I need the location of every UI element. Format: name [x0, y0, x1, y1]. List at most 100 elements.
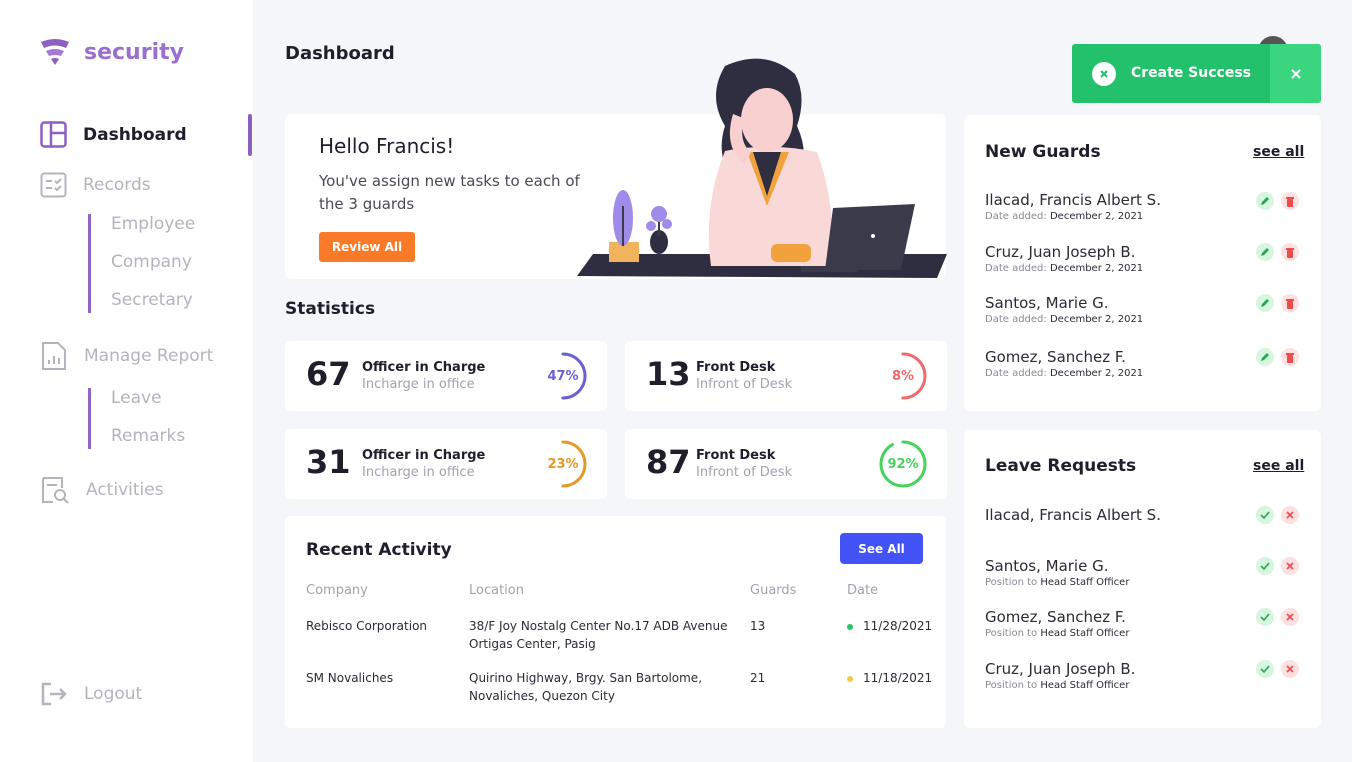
sidebar-subitem-company[interactable]: Company	[111, 252, 192, 272]
greeting: Hello Francis!	[319, 134, 455, 158]
review-all-button[interactable]: Review All	[319, 232, 415, 262]
reject-leave-button[interactable]	[1281, 660, 1299, 678]
stat-percent: 92%	[887, 456, 919, 472]
stat-percent: 23%	[547, 456, 579, 472]
edit-guard-button[interactable]	[1256, 192, 1274, 210]
pencil-icon	[1261, 197, 1269, 205]
records-icon	[40, 172, 67, 198]
sidebar-item-manage-report[interactable]: Manage Report	[40, 341, 213, 371]
new-guards-see-all-link[interactable]: see all	[1253, 144, 1304, 160]
trash-icon	[1286, 196, 1294, 207]
status-dot	[847, 623, 853, 630]
brand-name: security	[84, 39, 184, 65]
check-icon	[1260, 562, 1270, 571]
column-header-company[interactable]: Company	[306, 583, 368, 598]
logout-icon	[41, 682, 67, 706]
recent-activity-title: Recent Activity	[306, 540, 452, 560]
check-icon	[1260, 613, 1270, 622]
delete-guard-button[interactable]	[1281, 294, 1299, 312]
sidebar-subitem-secretary[interactable]: Secretary	[111, 290, 193, 310]
pencil-icon	[1261, 248, 1269, 256]
leave-requests-card: Leave Requests see all Ilacad, Francis A…	[964, 430, 1321, 728]
cell-guards: 21	[750, 671, 766, 685]
delete-guard-button[interactable]	[1281, 348, 1299, 366]
activities-icon	[42, 477, 69, 504]
stat-label: Officer in Charge	[362, 360, 486, 375]
page-title: Dashboard	[285, 43, 395, 64]
reject-leave-button[interactable]	[1281, 608, 1299, 626]
trash-icon	[1286, 298, 1294, 309]
x-icon	[1286, 613, 1294, 621]
cell-location: 38/F Joy Nostalg Center No.17 ADB Avenue…	[469, 619, 728, 651]
see-all-button[interactable]: See All	[840, 533, 923, 564]
records-subnav-line	[88, 214, 91, 313]
cell-location: Quirino Highway, Brgy. San Bartolome, No…	[469, 671, 703, 703]
delete-guard-button[interactable]	[1281, 243, 1299, 261]
sidebar-item-dashboard[interactable]: Dashboard	[40, 121, 187, 148]
approve-leave-button[interactable]	[1256, 506, 1274, 524]
cell-company: SM Novaliches	[306, 671, 394, 685]
sidebar-item-activities[interactable]: Activities	[40, 476, 164, 504]
stat-card[interactable]: 13 Front Desk Infront of Desk 8%	[625, 341, 947, 411]
column-header-date[interactable]: Date	[847, 583, 878, 598]
guard-date-added: Date added: December 2, 2021	[985, 263, 1144, 274]
report-icon	[42, 342, 66, 370]
success-toast: Create Success	[1072, 44, 1321, 103]
stat-percent: 47%	[547, 368, 579, 384]
edit-guard-button[interactable]	[1256, 348, 1274, 366]
sidebar-item-records[interactable]: Records	[40, 172, 151, 198]
leave-requests-see-all-link[interactable]: see all	[1253, 458, 1304, 474]
sidebar-item-label: Logout	[84, 684, 143, 704]
date-text: 11/18/2021	[863, 671, 933, 685]
trash-icon	[1286, 247, 1294, 258]
reject-leave-button[interactable]	[1281, 506, 1299, 524]
sidebar-item-label: Activities	[86, 480, 164, 500]
cell-date: 11/28/2021	[847, 617, 932, 635]
requester-position: Position to Head Staff Officer	[985, 577, 1130, 588]
stat-sublabel: Infront of Desk	[696, 377, 793, 392]
greeting-message: You've assign new tasks to each of the 3…	[319, 172, 580, 213]
stat-label: Front Desk	[696, 448, 776, 463]
welcome-card: Hello Francis! You've assign new tasks t…	[285, 58, 947, 279]
sidebar-item-label: Records	[83, 175, 151, 195]
requester-name: Cruz, Juan Joseph B.	[985, 660, 1136, 678]
edit-guard-button[interactable]	[1256, 243, 1274, 261]
reject-leave-button[interactable]	[1281, 557, 1299, 575]
toast-message: Create Success	[1131, 65, 1251, 81]
guard-name: Cruz, Juan Joseph B.	[985, 243, 1136, 261]
stat-label: Front Desk	[696, 360, 776, 375]
cell-guards: 13	[750, 619, 766, 633]
column-header-location[interactable]: Location	[469, 583, 524, 598]
delete-guard-button[interactable]	[1281, 192, 1299, 210]
x-icon	[1286, 511, 1294, 519]
sidebar-subitem-employee[interactable]: Employee	[111, 214, 195, 234]
new-guards-title: New Guards	[985, 142, 1101, 162]
toast-close-button[interactable]	[1270, 44, 1321, 103]
column-header-guards[interactable]: Guards	[750, 583, 796, 598]
stat-sublabel: Incharge in office	[362, 465, 475, 480]
approve-leave-button[interactable]	[1256, 660, 1274, 678]
stat-card[interactable]: 67 Officer in Charge Incharge in office …	[285, 341, 607, 411]
sidebar-subitem-remarks[interactable]: Remarks	[111, 426, 185, 446]
stat-card[interactable]: 31 Officer in Charge Incharge in office …	[285, 429, 607, 499]
stat-value: 13	[646, 355, 691, 393]
approve-leave-button[interactable]	[1256, 608, 1274, 626]
x-icon	[1286, 562, 1294, 570]
close-icon	[1290, 68, 1301, 79]
sidebar-item-logout[interactable]: Logout	[40, 681, 142, 707]
approve-leave-button[interactable]	[1256, 557, 1274, 575]
guard-name: Gomez, Sanchez F.	[985, 348, 1126, 366]
cell-company: Rebisco Corporation	[306, 619, 428, 633]
leave-requests-title: Leave Requests	[985, 456, 1137, 476]
edit-guard-button[interactable]	[1256, 294, 1274, 312]
sidebar-item-label: Dashboard	[83, 124, 187, 145]
stat-percent: 8%	[891, 368, 915, 384]
sidebar-subitem-leave[interactable]: Leave	[111, 388, 162, 408]
x-icon	[1100, 70, 1108, 78]
date-text: 11/28/2021	[863, 619, 933, 633]
cell-date: 11/18/2021	[847, 669, 932, 687]
requester-position: Position to Head Staff Officer	[985, 680, 1130, 691]
guard-date-added: Date added: December 2, 2021	[985, 211, 1144, 222]
brand-logo[interactable]: security	[40, 38, 184, 66]
stat-card[interactable]: 87 Front Desk Infront of Desk 92%	[625, 429, 947, 499]
